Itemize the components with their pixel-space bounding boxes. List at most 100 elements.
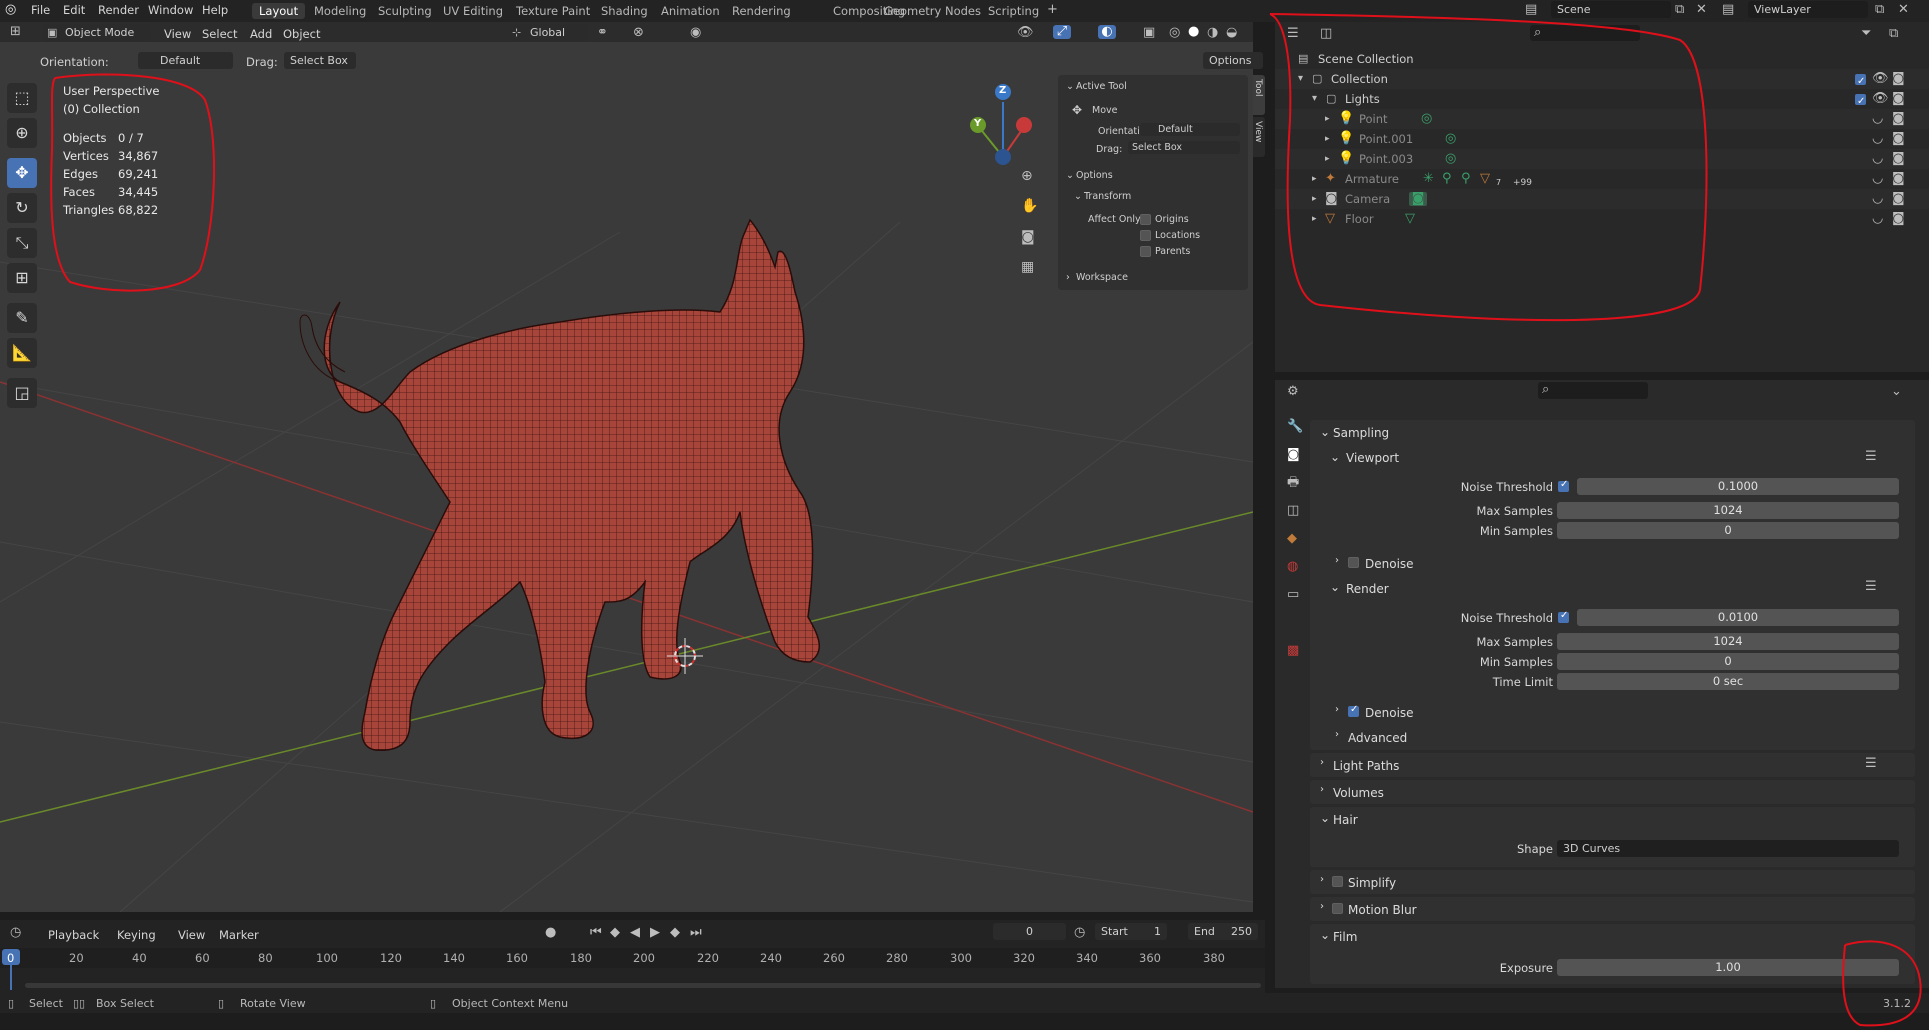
viewport-noise-threshold-field[interactable]: 0.1000 xyxy=(1577,478,1899,495)
solid-shading-icon[interactable]: ● xyxy=(1188,25,1199,39)
properties-options-icon[interactable]: ⌄ xyxy=(1891,385,1902,399)
zoom-icon[interactable]: ⊕ xyxy=(1021,169,1033,183)
auto-keying-icon[interactable]: ● xyxy=(545,926,556,940)
cursor-tool-icon[interactable]: ⊕ xyxy=(7,118,37,148)
timeline-scrollbar[interactable] xyxy=(25,983,1261,988)
light-paths-presets-icon[interactable]: ☰ xyxy=(1865,757,1877,771)
film-chevron-icon[interactable]: ⌄ xyxy=(1320,928,1330,942)
viewport-menu-view[interactable]: View xyxy=(164,27,191,41)
point-render-icon[interactable]: ◙ xyxy=(1892,112,1905,126)
render-presets-icon[interactable]: ☰ xyxy=(1865,580,1877,594)
filter-icon[interactable]: ⏷ xyxy=(1861,27,1871,41)
end-frame-field[interactable]: End 250 xyxy=(1188,923,1258,940)
collection-exclude-checkbox[interactable] xyxy=(1855,72,1866,92)
viewport-subheader[interactable]: Viewport xyxy=(1346,451,1399,465)
motion-blur-checkbox[interactable] xyxy=(1332,903,1343,914)
viewport-denoise-label[interactable]: Denoise xyxy=(1365,557,1414,571)
ortho-grid-icon[interactable]: ▦ xyxy=(1021,260,1034,274)
advanced-header[interactable]: Advanced xyxy=(1348,731,1407,745)
expand-camera-icon[interactable]: ▸ xyxy=(1312,192,1317,206)
jump-start-icon[interactable]: ⏮ xyxy=(590,926,602,940)
transform-orientation-dropdown[interactable]: Global xyxy=(510,24,588,41)
armature-render-icon[interactable]: ◙ xyxy=(1892,172,1905,186)
simplify-header[interactable]: Simplify xyxy=(1348,876,1396,890)
exposure-field[interactable]: 1.00 xyxy=(1557,959,1899,976)
expand-armature-icon[interactable]: ▸ xyxy=(1312,172,1317,186)
outliner-point-001[interactable]: ▸ 💡 Point.001 ◎ ◡ ◙ xyxy=(1275,129,1929,149)
transform-tool-icon[interactable]: ⊞ xyxy=(7,263,37,293)
outliner-lights[interactable]: ▾ ▢ Lights 👁 ◙ xyxy=(1275,89,1929,113)
scale-tool-icon[interactable]: ⤡ xyxy=(7,228,37,258)
render-subheader[interactable]: Render xyxy=(1346,582,1389,596)
point-001-eye-icon[interactable]: ◡ xyxy=(1872,132,1883,146)
material-shading-icon[interactable]: ◑ xyxy=(1207,26,1218,40)
viewport-min-samples-field[interactable]: 0 xyxy=(1557,522,1899,539)
rotate-tool-icon[interactable]: ↻ xyxy=(7,193,37,223)
play-reverse-icon[interactable]: ◀ xyxy=(630,926,640,940)
collection-tab-icon[interactable]: ▭ xyxy=(1287,588,1299,602)
editor-type-icon[interactable]: ⊞ xyxy=(10,25,21,39)
menu-window[interactable]: Window xyxy=(148,3,193,17)
camera-view-icon[interactable]: ◙ xyxy=(1021,230,1035,244)
floor-render-icon[interactable]: ◙ xyxy=(1892,212,1905,226)
annotate-tool-icon[interactable]: ✎ xyxy=(7,303,37,333)
point-003-eye-icon[interactable]: ◡ xyxy=(1872,152,1883,166)
viewport-menu-add[interactable]: Add xyxy=(250,27,272,41)
expand-collection-icon[interactable]: ▾ xyxy=(1298,72,1303,86)
select-box-tool-icon[interactable]: ⬚ xyxy=(7,83,37,113)
tab-uv-editing[interactable]: UV Editing xyxy=(436,3,510,19)
affect-origins-checkbox[interactable] xyxy=(1140,214,1151,225)
lights-eye-icon[interactable]: 👁 xyxy=(1872,92,1889,106)
expand-point-003-icon[interactable]: ▸ xyxy=(1325,152,1330,166)
simplify-checkbox[interactable] xyxy=(1332,876,1343,887)
add-cube-tool-icon[interactable]: ◲ xyxy=(7,378,37,408)
display-mode-icon[interactable]: ◫ xyxy=(1320,27,1332,41)
drag-dropdown[interactable]: Select Box xyxy=(284,52,356,69)
hair-chevron-icon[interactable]: ⌄ xyxy=(1320,811,1330,825)
outliner-floor[interactable]: ▸ ▽ Floor ▽ ◡ ◙ xyxy=(1275,209,1929,229)
affect-parents-checkbox[interactable] xyxy=(1140,246,1151,257)
collapse-workspace-icon[interactable]: › xyxy=(1066,272,1070,283)
light-paths-chevron-icon[interactable]: › xyxy=(1320,757,1324,768)
viewport-max-samples-field[interactable]: 1024 xyxy=(1557,502,1899,519)
npanel-tab-tool[interactable]: Tool xyxy=(1253,75,1265,115)
light-paths-header[interactable]: Light Paths xyxy=(1333,759,1399,773)
render-noise-threshold-field[interactable]: 0.0100 xyxy=(1577,609,1899,626)
properties-search-input[interactable] xyxy=(1538,382,1648,399)
pan-hand-icon[interactable]: ✋ xyxy=(1021,199,1038,213)
timeline-editor-icon[interactable]: ◷ xyxy=(10,926,21,940)
render-chevron-icon[interactable]: ⌄ xyxy=(1330,580,1340,594)
collapse-active-tool-icon[interactable]: ⌄ xyxy=(1066,81,1074,92)
viewport-presets-icon[interactable]: ☰ xyxy=(1865,450,1877,464)
viewport-menu-select[interactable]: Select xyxy=(202,27,237,41)
visibility-icon[interactable]: 👁 xyxy=(1017,26,1034,40)
options-header[interactable]: Options xyxy=(1076,170,1113,181)
outliner-search-input[interactable] xyxy=(1530,25,1640,41)
new-view-layer-icon[interactable]: ⧉ xyxy=(1875,3,1884,17)
xray-icon[interactable]: ▣ xyxy=(1143,26,1155,40)
close-scene-icon[interactable]: ✕ xyxy=(1696,3,1707,17)
floor-eye-icon[interactable]: ◡ xyxy=(1872,212,1883,226)
point-001-render-icon[interactable]: ◙ xyxy=(1892,132,1905,146)
texture-tab-icon[interactable]: ▩ xyxy=(1287,644,1299,658)
lights-render-icon[interactable]: ◙ xyxy=(1892,92,1905,106)
expand-point-icon[interactable]: ▸ xyxy=(1325,112,1330,126)
gizmo-toggle-icon[interactable]: ⤢ xyxy=(1053,25,1071,39)
rendered-shading-icon[interactable]: ◒ xyxy=(1226,26,1237,40)
film-header[interactable]: Film xyxy=(1333,930,1357,944)
tab-layout[interactable]: Layout xyxy=(252,3,306,19)
tab-sculpting[interactable]: Sculpting xyxy=(371,3,439,19)
lights-exclude-checkbox[interactable] xyxy=(1855,92,1866,112)
add-workspace-icon[interactable]: + xyxy=(1047,3,1058,17)
tab-geometry-nodes[interactable]: Geometry Nodes xyxy=(877,3,988,19)
outliner-point-003[interactable]: ▸ 💡 Point.003 ◎ ◡ ◙ xyxy=(1275,149,1929,169)
menu-render[interactable]: Render xyxy=(98,3,139,17)
collection-render-icon[interactable]: ◙ xyxy=(1892,72,1905,86)
expand-point-001-icon[interactable]: ▸ xyxy=(1325,132,1330,146)
motion-blur-header[interactable]: Motion Blur xyxy=(1348,903,1417,917)
tab-shading[interactable]: Shading xyxy=(594,3,655,19)
collection-eye-icon[interactable]: 👁 xyxy=(1872,72,1889,86)
tool-tab-icon[interactable]: 🔧 xyxy=(1287,420,1303,434)
render-noise-threshold-checkbox[interactable] xyxy=(1558,610,1569,623)
timeline-menu-keying[interactable]: Keying xyxy=(117,928,156,942)
